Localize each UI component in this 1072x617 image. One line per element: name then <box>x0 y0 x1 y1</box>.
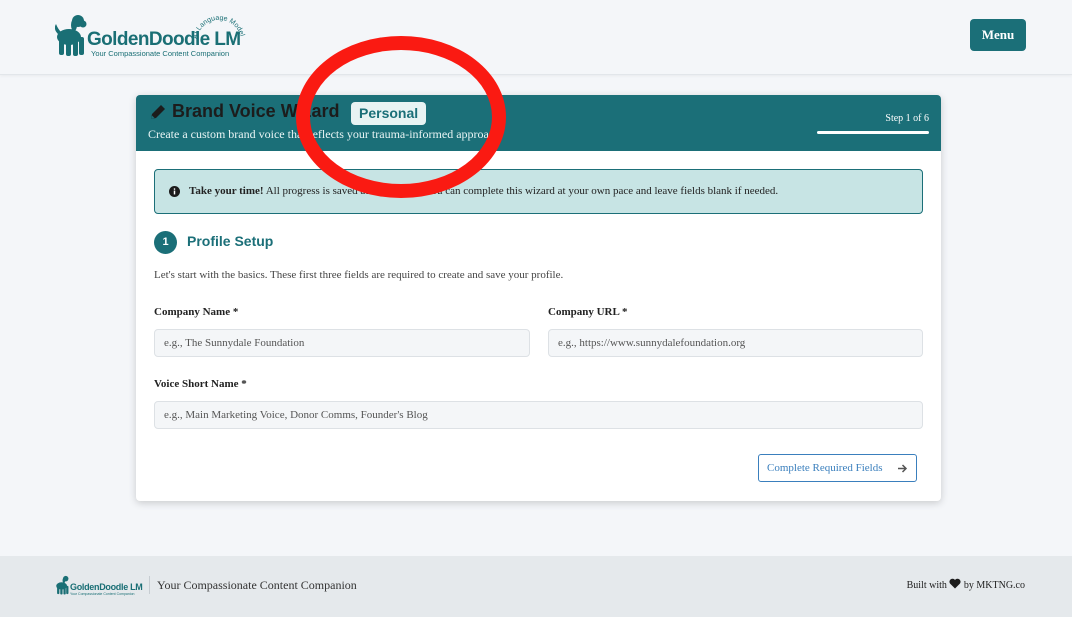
complete-required-fields-button[interactable]: Complete Required Fields <box>758 454 917 482</box>
menu-button[interactable]: Menu <box>970 19 1026 51</box>
alert-bold: Take your time! <box>189 185 264 197</box>
complete-button-label: Complete Required Fields <box>767 462 883 474</box>
svg-text:AI Language Model: AI Language Model <box>193 15 245 40</box>
section-title: Profile Setup <box>187 233 274 249</box>
step-number-circle: 1 <box>154 231 177 254</box>
alert-body: All progress is saved automatically. You… <box>263 185 779 197</box>
pencil-icon <box>151 105 165 119</box>
wizard-header: Brand Voice Wizard Personal Create a cus… <box>136 95 941 151</box>
step-indicator: Step 1 of 6 <box>885 113 929 124</box>
footer-divider <box>149 576 150 594</box>
logo-arc-text: AI Language Model <box>193 15 245 40</box>
built-with-credit[interactable]: Built with by MKTNG.co <box>907 578 1025 591</box>
dog-logo-icon <box>55 15 87 56</box>
heart-icon <box>949 578 961 589</box>
company-url-label: Company URL * <box>548 306 628 318</box>
dog-logo-icon <box>56 575 69 595</box>
step-progress-bar <box>817 131 929 134</box>
company-name-label: Company Name * <box>154 306 239 318</box>
section-description: Let's start with the basics. These first… <box>154 269 564 281</box>
arrow-right-icon <box>898 464 908 473</box>
logo-arc-label: AI Language Model <box>193 15 245 40</box>
wizard-title: Brand Voice Wizard <box>172 101 340 121</box>
built-prefix: Built with <box>906 580 947 591</box>
alert-text: Take your time! All progress is saved au… <box>189 185 778 197</box>
top-navbar: GoldenDoodle LM Your Compassionate Conte… <box>0 0 1072 75</box>
info-circle-icon <box>169 186 180 197</box>
company-name-input[interactable] <box>154 329 530 357</box>
company-url-input[interactable] <box>548 329 923 357</box>
goldendoodle-logo[interactable]: GoldenDoodle LM Your Compassionate Conte… <box>55 11 250 61</box>
personal-badge: Personal <box>351 102 427 125</box>
footer: GoldenDoodle LM Your Compassionate Conte… <box>0 556 1072 617</box>
footer-logo-tagline: Your Compassionate Content Companion <box>70 592 135 596</box>
info-alert: Take your time! All progress is saved au… <box>154 169 923 214</box>
footer-tagline: Your Compassionate Content Companion <box>157 578 357 592</box>
voice-short-name-input[interactable] <box>154 401 923 429</box>
footer-logo[interactable]: GoldenDoodle LM Your Compassionate Conte… <box>55 573 151 597</box>
built-suffix: by MKTNG.co <box>963 580 1025 591</box>
voice-short-name-label: Voice Short Name * <box>154 378 247 390</box>
brand-voice-wizard-card: Brand Voice Wizard Personal Create a cus… <box>136 95 941 501</box>
footer-logo-name: GoldenDoodle LM <box>70 582 143 592</box>
wizard-subtitle: Create a custom brand voice that reflect… <box>148 127 501 141</box>
